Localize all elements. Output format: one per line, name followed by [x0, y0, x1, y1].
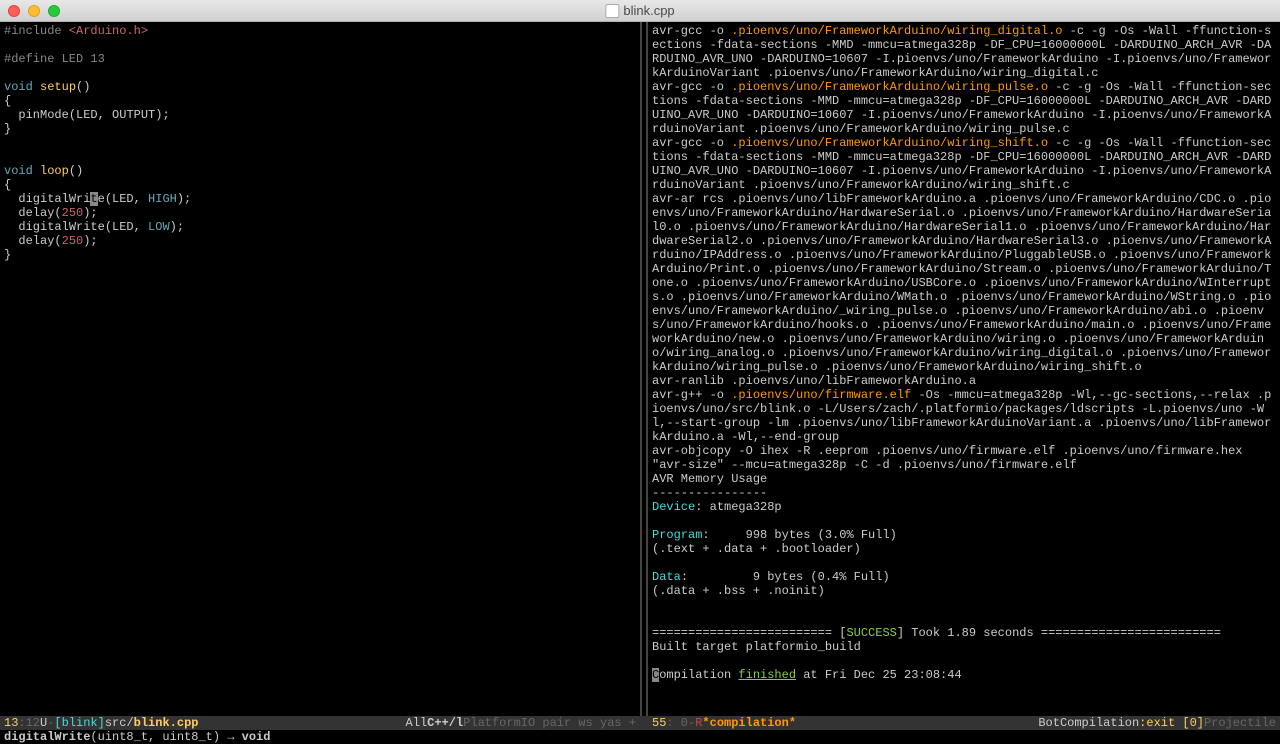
pane-separator[interactable] [640, 22, 648, 716]
device-label: Device [652, 500, 695, 514]
buffer-name: *compilation* [702, 716, 796, 730]
modeline-right: 55: 0 -R *compilation*Bot Compilation:ex… [648, 716, 1280, 730]
text-cursor: t [90, 192, 97, 206]
data-label: Data [652, 570, 681, 584]
define-directive: #define LED 13 [4, 52, 105, 66]
modeline: 13:12 U -[blink]src/blink.cppAll C++/lPl… [0, 716, 1280, 730]
close-button[interactable] [8, 5, 20, 17]
buffer-name: blink.cpp [134, 716, 199, 730]
titlebar: blink.cpp [0, 0, 1280, 22]
code-editor[interactable]: #include <Arduino.h> #define LED 13 void… [0, 22, 640, 716]
success-badge: SUCCESS [846, 626, 896, 640]
minimize-button[interactable] [28, 5, 40, 17]
traffic-lights [8, 5, 60, 17]
file-icon [605, 4, 619, 18]
modeline-left: 13:12 U -[blink]src/blink.cppAll C++/lPl… [0, 716, 640, 730]
include-header: <Arduino.h> [69, 24, 148, 38]
zoom-button[interactable] [48, 5, 60, 17]
program-label: Program [652, 528, 702, 542]
finished-link[interactable]: finished [738, 668, 796, 682]
compilation-buffer[interactable]: avr-gcc -o .pioenvs/uno/FrameworkArduino… [648, 22, 1280, 716]
filename: blink.cpp [623, 4, 674, 18]
include-directive: #include [4, 24, 69, 38]
window-title: blink.cpp [605, 4, 674, 18]
minibuffer: digitalWrite(uint8_t, uint8_t) → void [0, 730, 1280, 744]
